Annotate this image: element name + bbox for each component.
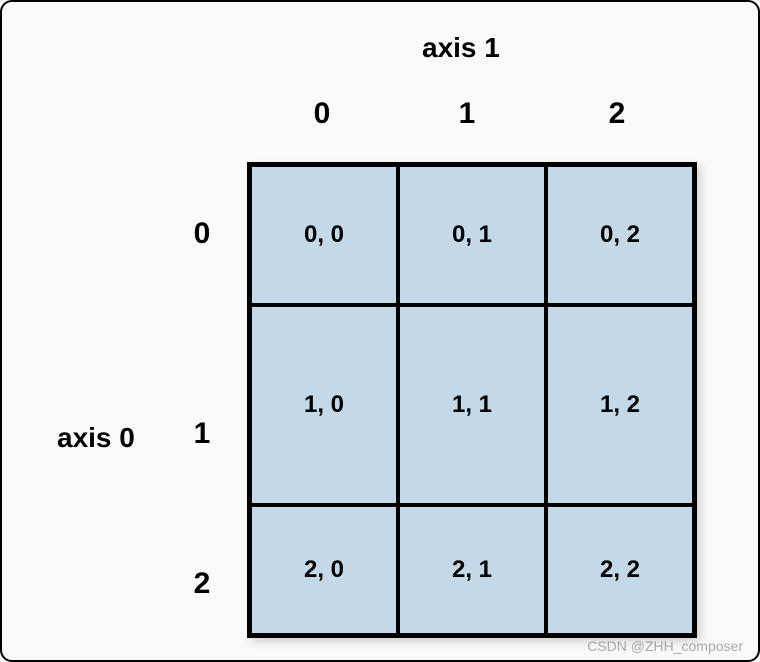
cell-0-0: 0, 0 bbox=[250, 165, 398, 305]
row-header-2: 2 bbox=[182, 567, 222, 601]
cell-1-2: 1, 2 bbox=[546, 305, 694, 505]
cell-2-0: 2, 0 bbox=[250, 505, 398, 635]
cell-1-1: 1, 1 bbox=[398, 305, 546, 505]
axis1-label: axis 1 bbox=[422, 32, 500, 64]
cell-0-2: 0, 2 bbox=[546, 165, 694, 305]
diagram-container: axis 1 axis 0 0 1 2 0 1 2 0, 0 0, 1 0, 2… bbox=[52, 22, 712, 642]
axis0-label: axis 0 bbox=[57, 422, 135, 454]
cell-1-0: 1, 0 bbox=[250, 305, 398, 505]
col-header-2: 2 bbox=[597, 97, 637, 131]
watermark: CSDN @ZHH_composer bbox=[587, 638, 743, 654]
matrix-grid: 0, 0 0, 1 0, 2 1, 0 1, 1 1, 2 2, 0 2, 1 … bbox=[247, 162, 697, 638]
cell-0-1: 0, 1 bbox=[398, 165, 546, 305]
cell-2-1: 2, 1 bbox=[398, 505, 546, 635]
col-header-0: 0 bbox=[302, 97, 342, 131]
row-header-0: 0 bbox=[182, 217, 222, 251]
cell-2-2: 2, 2 bbox=[546, 505, 694, 635]
col-header-1: 1 bbox=[447, 97, 487, 131]
row-header-1: 1 bbox=[182, 417, 222, 451]
